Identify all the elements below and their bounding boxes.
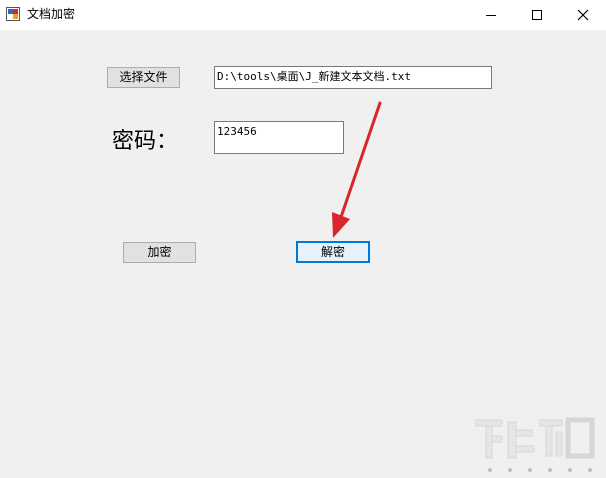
watermark-logo [475,417,595,472]
red-arrow-icon [332,101,382,238]
